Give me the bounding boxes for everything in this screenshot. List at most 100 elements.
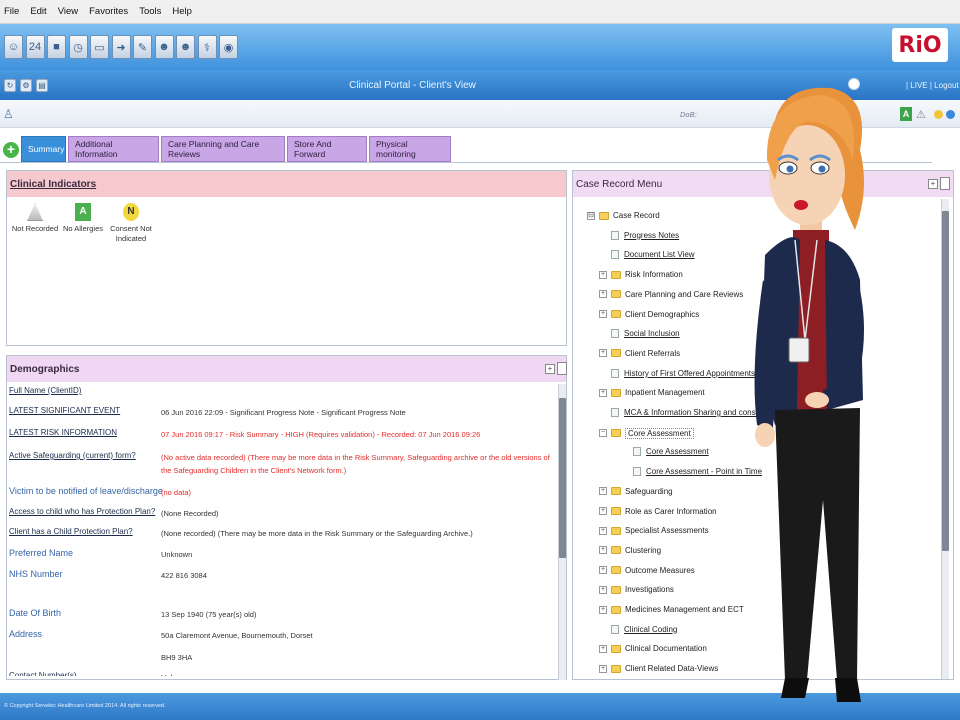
globe-icon[interactable]: ◉ — [219, 35, 238, 59]
folder-icon — [611, 507, 621, 515]
folder-icon — [611, 429, 621, 438]
yellow-status-icon — [934, 110, 943, 119]
expand-toggle-icon[interactable]: + — [599, 546, 607, 555]
tree-item[interactable]: + Outcome Measures — [599, 566, 695, 575]
demographics-value: (None recorded) (There may be more data … — [161, 529, 473, 538]
expand-toggle-icon[interactable]: + — [599, 605, 607, 614]
tree-item[interactable]: + Care Planning and Care Reviews — [599, 290, 743, 299]
tree-item[interactable]: Core Assessment - Point in Time — [621, 467, 762, 477]
tab-care-planning[interactable]: Care Planning and Care Reviews — [161, 136, 285, 162]
demographics-label[interactable]: LATEST RISK INFORMATION — [9, 428, 117, 437]
indicator-no-allergies[interactable]: A No Allergies — [59, 203, 107, 244]
expand-icon[interactable]: + — [928, 179, 938, 189]
expand-toggle-icon[interactable]: + — [599, 349, 607, 358]
clinical-indicators-title[interactable]: Clinical Indicators — [7, 171, 566, 197]
expand-toggle-icon[interactable]: + — [599, 388, 607, 397]
menu-file[interactable]: File — [4, 6, 19, 17]
popout-icon[interactable] — [940, 177, 950, 190]
tree-item[interactable]: + Safeguarding — [599, 487, 673, 496]
tree-item[interactable]: Core Assessment — [621, 447, 709, 457]
scroll-thumb[interactable] — [942, 211, 949, 551]
tree-item[interactable]: MCA & Information Sharing and consent — [599, 408, 767, 417]
menu-favorites[interactable]: Favorites — [89, 6, 128, 17]
tree-item[interactable]: ⊟ Case Record — [587, 211, 660, 220]
expand-icon[interactable]: + — [545, 364, 555, 374]
expand-toggle-icon[interactable]: + — [599, 566, 607, 575]
demographics-body: Full Name (ClientID) LATEST SIGNIFICANT E… — [7, 384, 558, 676]
tree-item[interactable]: Social Inclusion — [599, 329, 680, 339]
tree-item[interactable]: + Medicines Management and ECT — [599, 605, 744, 614]
tree-item-label: Clinical Coding — [624, 624, 678, 634]
expand-toggle-icon[interactable]: − — [599, 429, 607, 438]
tree-item[interactable]: Document List View — [599, 250, 695, 260]
expand-toggle-icon[interactable]: + — [599, 507, 607, 515]
tree-item[interactable]: + Client Referrals — [599, 349, 680, 358]
tab-physical-monitoring[interactable]: Physical monitoring — [369, 136, 451, 162]
expand-toggle-icon[interactable]: ⊟ — [587, 211, 595, 220]
indicator-label: Not Recorded — [11, 224, 59, 233]
menu-tools[interactable]: Tools — [139, 6, 161, 17]
tab-store-and-forward[interactable]: Store And Forward — [287, 136, 367, 162]
tree-item[interactable]: − Core Assessment — [599, 427, 694, 439]
person-icon[interactable]: ☺ — [4, 35, 23, 59]
arrow-icon[interactable]: ➜ — [111, 35, 131, 59]
clock-icon[interactable]: ◷ — [68, 35, 88, 59]
expand-toggle-icon[interactable]: + — [599, 290, 607, 299]
indicator-label: Consent Not Indicated — [110, 224, 152, 243]
tree-item[interactable]: Clinical Coding — [599, 624, 678, 634]
add-tab-button[interactable]: + — [3, 142, 19, 158]
expand-toggle-icon[interactable]: + — [599, 664, 607, 673]
demographics-scrollbar[interactable] — [558, 384, 566, 680]
tree-item[interactable]: + Client Related Data-Views — [599, 664, 718, 673]
tree-item[interactable]: + Role as Carer Information — [599, 507, 717, 516]
ambulance-icon[interactable]: ⚕ — [197, 35, 217, 59]
folder-icon — [611, 546, 621, 555]
expand-toggle-icon[interactable]: + — [599, 487, 607, 496]
demographics-label[interactable]: Access to child who has Protection Plan? — [9, 507, 155, 516]
tree-item-label: Clustering — [625, 545, 662, 555]
tab-summary[interactable]: Summary — [21, 136, 66, 162]
demographics-label[interactable]: Client has a Child Protection Plan? — [9, 527, 133, 536]
monitor-icon[interactable]: ▭ — [90, 35, 109, 59]
expand-toggle-icon[interactable]: + — [599, 644, 607, 653]
demographics-value: (no data) — [161, 488, 192, 497]
menu-help[interactable]: Help — [172, 6, 192, 17]
expand-toggle-icon[interactable]: + — [599, 310, 607, 318]
tree-item-label: Role as Carer Information — [625, 506, 717, 516]
tree-item[interactable]: + Specialist Assessments — [599, 526, 709, 535]
document-icon — [611, 250, 619, 260]
case-record-scrollbar[interactable] — [941, 199, 949, 679]
folder-icon — [611, 566, 621, 575]
pen-icon[interactable]: ✎ — [133, 35, 152, 59]
live-logout-link[interactable]: | LIVE | Logout — [906, 81, 959, 90]
popout-icon[interactable] — [557, 362, 567, 375]
tree-item[interactable]: Progress Notes — [599, 230, 679, 240]
expand-toggle-icon[interactable]: + — [599, 270, 607, 279]
folder-icon — [611, 585, 621, 594]
group-icon[interactable]: ☻ — [176, 35, 195, 59]
tab-additional-information[interactable]: Additional Information — [68, 136, 159, 162]
group-icon[interactable]: ☻ — [154, 35, 174, 59]
tree-item[interactable]: + Risk Information — [599, 270, 683, 279]
demographics-label[interactable]: Contact Number(s) — [9, 671, 77, 676]
tree-item[interactable]: + Investigations — [599, 585, 674, 594]
scroll-thumb[interactable] — [559, 398, 566, 558]
tree-item[interactable]: + Inpatient Management — [599, 388, 705, 397]
menu-edit[interactable]: Edit — [30, 6, 46, 17]
tree-item[interactable]: + Client Demographics — [599, 310, 699, 319]
demographics-label[interactable]: Active Safeguarding (current) form? — [9, 451, 136, 460]
demographics-label[interactable]: Full Name (ClientID) — [9, 386, 81, 395]
demographics-label: Victim to be notified of leave/discharge — [9, 486, 163, 496]
demographics-label[interactable]: LATEST SIGNIFICANT EVENT — [9, 406, 120, 415]
indicator-consent[interactable]: N Consent Not Indicated — [107, 203, 155, 244]
expand-toggle-icon[interactable]: + — [599, 526, 607, 535]
expand-toggle-icon[interactable]: + — [599, 585, 607, 594]
terminal-icon[interactable]: ■ — [47, 35, 66, 59]
calendar-icon[interactable]: 24 — [25, 35, 45, 59]
indicator-not-recorded[interactable]: Not Recorded — [11, 203, 59, 244]
menu-view[interactable]: View — [58, 6, 78, 17]
folder-icon — [611, 388, 621, 397]
tree-item[interactable]: + Clinical Documentation — [599, 644, 707, 653]
tree-item[interactable]: History of First Offered Appointments — [599, 368, 755, 378]
tree-item[interactable]: + Clustering — [599, 546, 661, 555]
